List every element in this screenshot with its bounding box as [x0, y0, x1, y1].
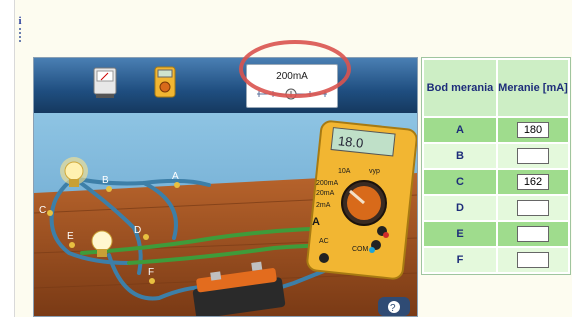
measurement-input-b[interactable]: [517, 148, 549, 164]
point-f-marker[interactable]: [149, 278, 155, 284]
port-label-com: COM: [352, 246, 369, 253]
point-b-marker[interactable]: [106, 186, 112, 192]
left-margin: [0, 0, 15, 317]
digital-multimeter[interactable]: 18.0 10A vyp 200mA 20mA 2mA A AC COM: [306, 120, 417, 280]
table-row: D: [424, 196, 568, 220]
row-point-label: D: [424, 196, 496, 220]
table-row: E: [424, 222, 568, 246]
point-label-a: A: [172, 171, 179, 182]
measurement-input-e[interactable]: [517, 226, 549, 242]
point-label-f: F: [148, 267, 154, 278]
range-label-10a: 10A: [338, 168, 351, 175]
range-label-200ma: 200mA: [316, 180, 339, 187]
multimeter-display: 18.0: [337, 133, 364, 151]
point-label-d: D: [134, 225, 141, 236]
digital-multimeter-icon[interactable]: [152, 64, 178, 100]
analog-meter-icon[interactable]: [92, 64, 118, 100]
help-icon[interactable]: ?: [378, 297, 410, 316]
row-point-label: B: [424, 144, 496, 168]
range-label-off: vyp: [369, 168, 380, 175]
probe-plug-red[interactable]: [383, 232, 389, 238]
header-measurement: Meranie [mA]: [498, 60, 568, 116]
point-c-marker[interactable]: [47, 210, 53, 216]
measurement-table: Bod merania Meranie [mA] A B C D E F: [421, 57, 571, 275]
multimeter-port[interactable]: [319, 253, 329, 263]
header-point: Bod merania: [424, 60, 496, 116]
probe-plug-blue[interactable]: [369, 247, 375, 253]
row-point-label: C: [424, 170, 496, 194]
measurement-input-c[interactable]: [517, 174, 549, 190]
row-point-label: A: [424, 118, 496, 142]
table-row: A: [424, 118, 568, 142]
point-label-c: C: [39, 205, 46, 216]
range-label-20ma: 20mA: [316, 190, 335, 197]
point-label-b: B: [102, 175, 109, 186]
table-row: B: [424, 144, 568, 168]
row-point-label: E: [424, 222, 496, 246]
measurement-input-a[interactable]: [517, 122, 549, 138]
point-d-marker[interactable]: [143, 234, 149, 240]
point-e-marker[interactable]: [69, 242, 75, 248]
point-a-marker[interactable]: [174, 182, 180, 188]
mode-label-ac: AC: [319, 238, 329, 245]
range-label-2ma: 2mA: [316, 202, 331, 209]
table-row: F: [424, 248, 568, 272]
info-icon[interactable]: i: [14, 12, 26, 42]
circuit-simulation: 200mA A B C D E F 18.0 10A vyp 200mA 20m…: [33, 57, 418, 317]
measurement-input-d[interactable]: [517, 200, 549, 216]
mode-label-ampere: A: [312, 216, 320, 228]
row-point-label: F: [424, 248, 496, 272]
point-label-e: E: [67, 231, 74, 242]
annotation-circle: [239, 40, 351, 98]
svg-text:?: ?: [390, 303, 396, 314]
table-row: C: [424, 170, 568, 194]
table-header-row: Bod merania Meranie [mA]: [424, 60, 568, 116]
simulation-toolbar: 200mA: [34, 58, 417, 113]
measurement-input-f[interactable]: [517, 252, 549, 268]
circuit-scene: A B C D E F 18.0 10A vyp 200mA 20mA 2mA …: [34, 113, 417, 316]
